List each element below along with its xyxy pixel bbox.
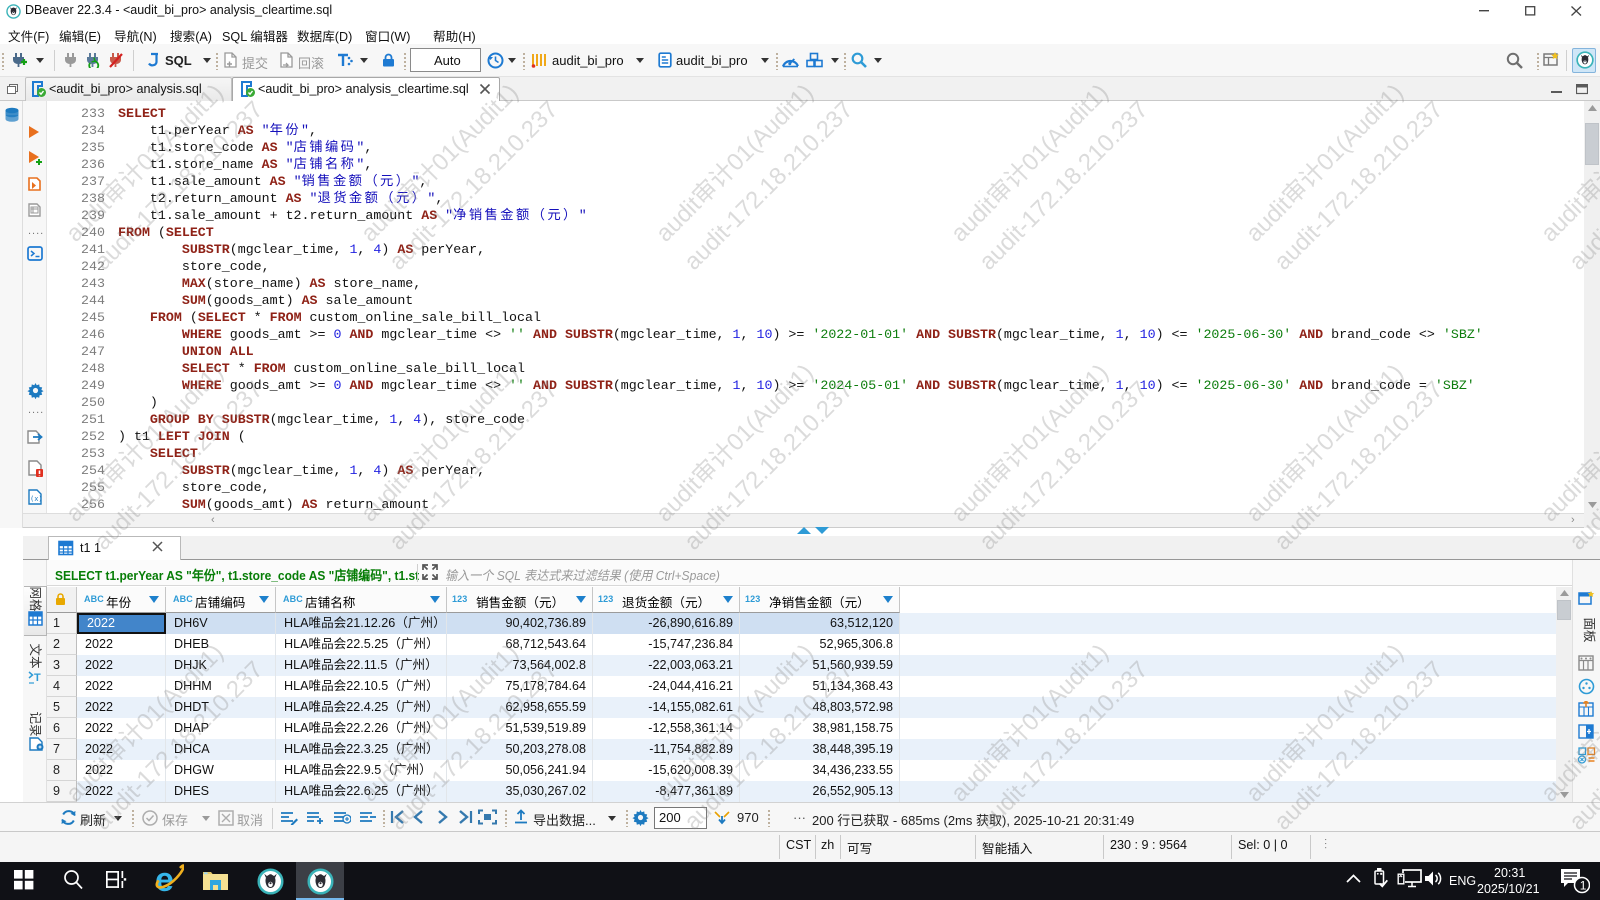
svg-text:T: T: [34, 672, 41, 684]
svg-text:1: 1: [1580, 879, 1587, 893]
svg-text:(x): (x): [30, 495, 43, 503]
